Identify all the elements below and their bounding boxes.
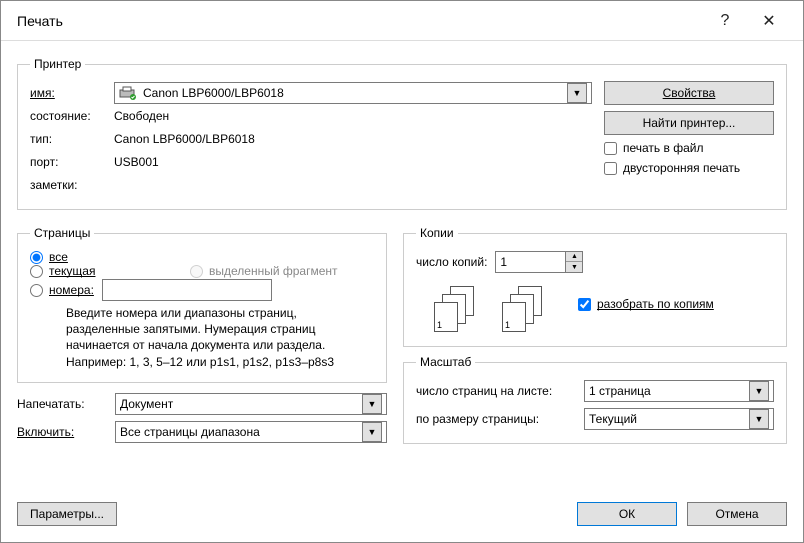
pages-per-sheet-label: число страниц на листе:: [416, 384, 576, 398]
collate-input[interactable]: [578, 298, 591, 311]
scale-group: Масштаб число страниц на листе: 1 страни…: [403, 355, 787, 444]
cancel-button[interactable]: Отмена: [687, 502, 787, 526]
print-to-file-input[interactable]: [604, 142, 617, 155]
print-to-file-checkbox[interactable]: печать в файл: [604, 141, 774, 155]
copies-count-label: число копий:: [416, 255, 487, 269]
copies-count-input[interactable]: [495, 251, 565, 273]
include-select[interactable]: Все страницы диапазона ▼: [115, 421, 387, 443]
printer-group: Принтер имя: Canon LBP6000/LBP6018 ▼: [17, 57, 787, 210]
copies-spinner[interactable]: ▲ ▼: [495, 251, 583, 273]
pages-per-sheet-select[interactable]: 1 страница ▼: [584, 380, 774, 402]
close-button[interactable]: ✕: [747, 1, 791, 41]
pages-all-input[interactable]: [30, 251, 43, 264]
port-label: порт:: [30, 155, 106, 169]
pages-numbers-input[interactable]: [30, 284, 43, 297]
titlebar: Печать ? ✕: [1, 1, 803, 41]
scale-legend: Масштаб: [416, 355, 475, 369]
notes-label: заметки:: [30, 178, 106, 192]
help-button[interactable]: ?: [703, 1, 747, 41]
spinner-buttons: ▲ ▼: [565, 251, 583, 273]
spin-up[interactable]: ▲: [566, 252, 582, 262]
page-size-select[interactable]: Текущий ▼: [584, 408, 774, 430]
pages-group: Страницы все текущая: [17, 226, 387, 383]
pages-numbers-radio[interactable]: номера:: [30, 283, 94, 297]
name-label: имя:: [30, 86, 106, 100]
include-label: Включить:: [17, 425, 107, 439]
copies-legend: Копии: [416, 226, 458, 240]
chevron-down-icon[interactable]: ▼: [362, 394, 382, 414]
collate-illustration: 3 2 1 3 2 1: [434, 286, 550, 334]
find-printer-button[interactable]: Найти принтер...: [604, 111, 774, 135]
pages-hint: Введите номера или диапазоны страниц, ра…: [66, 305, 374, 370]
print-what-select[interactable]: Документ ▼: [115, 393, 387, 415]
duplex-input[interactable]: [604, 162, 617, 175]
pages-all-radio[interactable]: все: [30, 250, 190, 264]
type-value: Canon LBP6000/LBP6018: [114, 132, 255, 146]
pages-current-radio[interactable]: текущая: [30, 264, 190, 278]
printer-legend: Принтер: [30, 57, 85, 71]
pages-numbers-field[interactable]: [102, 279, 272, 301]
pages-current-input[interactable]: [30, 265, 43, 278]
window-title: Печать: [17, 13, 703, 29]
button-bar: Параметры... ОК Отмена: [17, 502, 787, 526]
pages-selection-radio: выделенный фрагмент: [190, 264, 338, 278]
print-what-label: Напечатать:: [17, 397, 107, 411]
printer-selected: Canon LBP6000/LBP6018: [143, 86, 561, 100]
status-label: состояние:: [30, 109, 106, 123]
page-size-label: по размеру страницы:: [416, 412, 576, 426]
type-label: тип:: [30, 132, 106, 146]
print-dialog: Печать ? ✕ Принтер имя: Canon LBP6000/LB…: [0, 0, 804, 543]
duplex-checkbox[interactable]: двусторонняя печать: [604, 161, 774, 175]
properties-button[interactable]: Свойства: [604, 81, 774, 105]
chevron-down-icon[interactable]: ▼: [567, 83, 587, 103]
port-value: USB001: [114, 155, 159, 169]
pages-selection-input: [190, 265, 203, 278]
spin-down[interactable]: ▼: [566, 262, 582, 272]
options-button[interactable]: Параметры...: [17, 502, 117, 526]
status-value: Свободен: [114, 109, 169, 123]
chevron-down-icon[interactable]: ▼: [749, 381, 769, 401]
dialog-content: Принтер имя: Canon LBP6000/LBP6018 ▼: [1, 41, 803, 468]
collate-checkbox[interactable]: разобрать по копиям: [578, 297, 714, 311]
printer-icon: [119, 86, 137, 100]
chevron-down-icon[interactable]: ▼: [749, 409, 769, 429]
chevron-down-icon[interactable]: ▼: [362, 422, 382, 442]
copies-group: Копии число копий: ▲ ▼: [403, 226, 787, 347]
printer-name-select[interactable]: Canon LBP6000/LBP6018 ▼: [114, 82, 592, 104]
ok-button[interactable]: ОК: [577, 502, 677, 526]
pages-legend: Страницы: [30, 226, 94, 240]
